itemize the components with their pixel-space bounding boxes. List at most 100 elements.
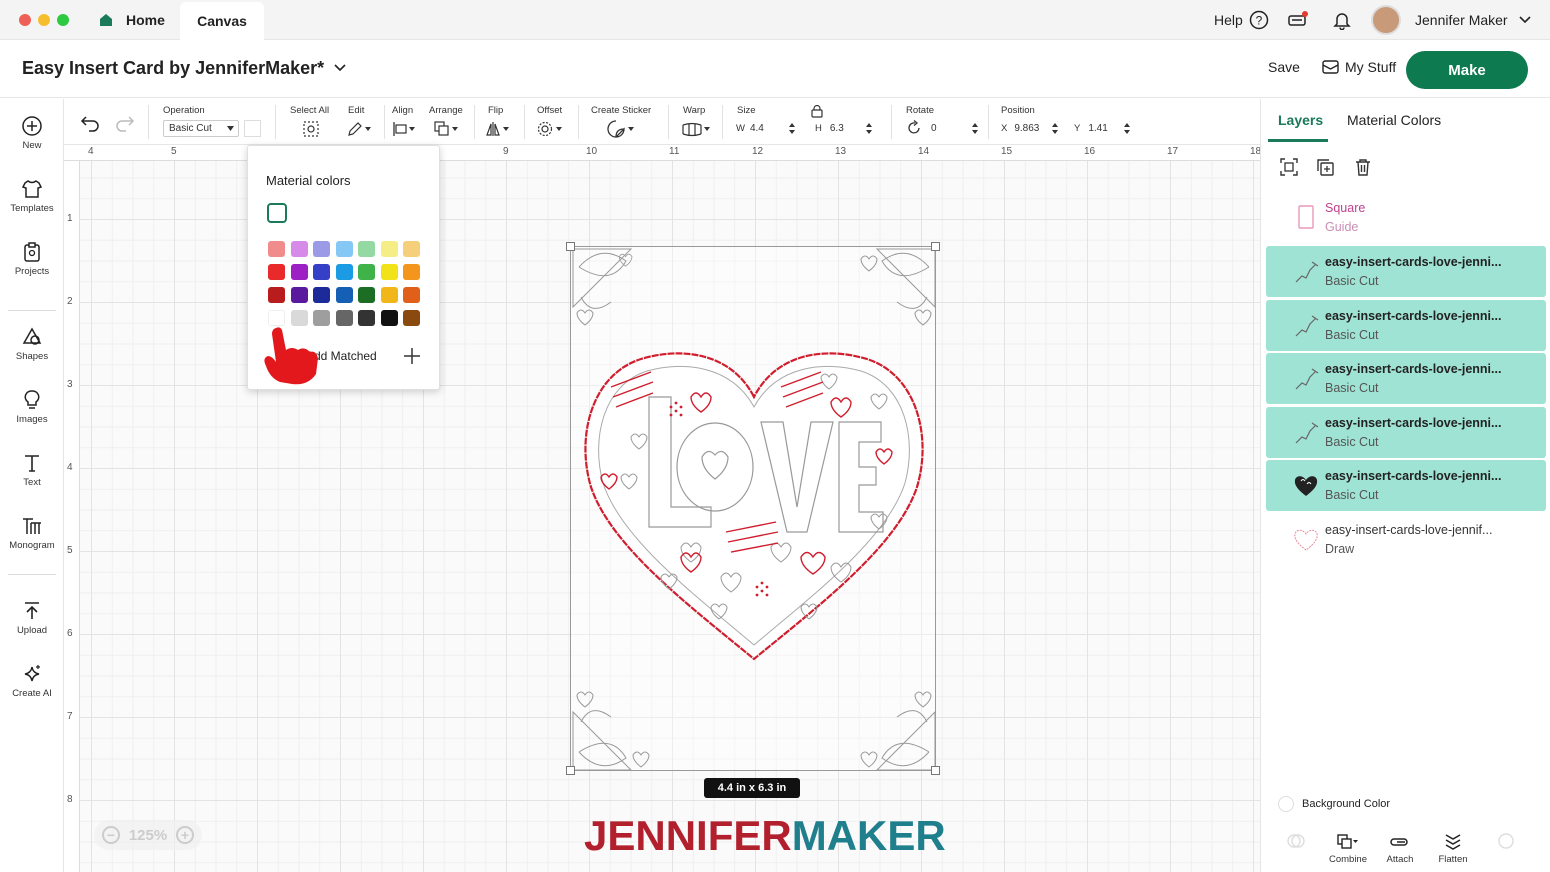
machine-button[interactable] — [1287, 0, 1309, 40]
color-swatch[interactable] — [335, 287, 353, 303]
trash-icon[interactable] — [1353, 157, 1373, 177]
minimize-window-button[interactable] — [38, 14, 50, 26]
select-all-button[interactable]: Select All — [290, 99, 338, 145]
slice-button[interactable] — [1268, 832, 1324, 870]
sidebar-item-upload[interactable]: Upload — [0, 600, 64, 650]
background-color-swatch[interactable] — [1278, 796, 1294, 812]
sidebar-item-new[interactable]: New — [0, 115, 64, 165]
resize-handle-bottom-left[interactable] — [566, 766, 575, 775]
tab-home[interactable]: Home — [86, 0, 176, 40]
color-swatch[interactable] — [335, 264, 353, 280]
layer-row[interactable]: Square Guide — [1266, 192, 1546, 243]
color-swatch[interactable] — [268, 241, 285, 257]
zoom-window-button[interactable] — [57, 14, 69, 26]
sidebar-item-text[interactable]: Text — [0, 452, 64, 502]
edit-button[interactable]: Edit — [346, 99, 382, 145]
color-swatch[interactable] — [290, 264, 308, 280]
duplicate-icon[interactable] — [1315, 157, 1335, 177]
my-stuff-button[interactable]: My Stuff — [1322, 59, 1396, 75]
notifications-button[interactable] — [1332, 0, 1352, 40]
lock-icon[interactable] — [811, 105, 823, 118]
color-swatch[interactable] — [313, 241, 330, 257]
layer-row[interactable]: easy-insert-cards-love-jennif... Draw — [1266, 514, 1546, 565]
sidebar-item-projects[interactable]: Projects — [0, 241, 64, 291]
operation-select[interactable]: Basic Cut — [163, 119, 261, 137]
zoom-in-button[interactable]: + — [176, 826, 194, 844]
project-title[interactable]: Easy Insert Card by JenniferMaker* — [22, 58, 347, 79]
color-swatch[interactable] — [380, 264, 398, 280]
color-swatch[interactable] — [380, 287, 398, 303]
user-menu[interactable]: Jennifer Maker — [1371, 0, 1532, 40]
group-icon[interactable] — [1279, 157, 1299, 177]
x-field[interactable]: X 9.863 — [1001, 119, 1059, 137]
tab-material-colors[interactable]: Material Colors — [1347, 112, 1441, 128]
color-swatch[interactable] — [268, 264, 285, 280]
resize-handle-bottom-right[interactable] — [931, 766, 940, 775]
color-swatch[interactable] — [290, 310, 308, 326]
width-field[interactable]: W 4.4 — [736, 119, 796, 137]
color-swatch[interactable] — [268, 310, 285, 326]
make-button[interactable]: Make — [1406, 51, 1528, 89]
color-swatch[interactable] — [380, 241, 398, 257]
selected-color-swatch[interactable] — [267, 203, 287, 223]
layer-row[interactable]: easy-insert-cards-love-jenni... Basic Cut — [1266, 353, 1546, 404]
color-swatch[interactable] — [313, 287, 330, 303]
color-swatch[interactable] — [290, 287, 308, 303]
layer-row[interactable]: easy-insert-cards-love-jenni... Basic Cut — [1266, 300, 1546, 351]
sidebar-item-shapes[interactable]: Shapes — [0, 326, 64, 376]
stepper-icon[interactable] — [1051, 122, 1059, 135]
height-field[interactable]: H 6.3 — [815, 119, 873, 137]
color-swatch[interactable] — [403, 264, 420, 280]
color-swatch[interactable] — [290, 241, 308, 257]
color-swatch[interactable] — [403, 287, 420, 303]
color-swatch[interactable] — [380, 310, 398, 326]
layer-row[interactable]: easy-insert-cards-love-jenni... Basic Cut — [1266, 460, 1546, 511]
sidebar-item-templates[interactable]: Templates — [0, 178, 64, 228]
flatten-button[interactable]: Flatten — [1425, 832, 1481, 870]
redo-icon[interactable] — [115, 114, 135, 132]
stepper-icon[interactable] — [1123, 122, 1131, 135]
color-swatch[interactable] — [403, 310, 420, 326]
layer-row[interactable]: easy-insert-cards-love-jenni... Basic Cut — [1266, 246, 1546, 297]
undo-icon[interactable] — [80, 114, 100, 132]
color-swatch[interactable] — [335, 241, 353, 257]
arrange-button[interactable]: Arrange — [429, 99, 469, 145]
tab-layers[interactable]: Layers — [1278, 112, 1323, 128]
background-color-control[interactable]: Background Color — [1278, 796, 1390, 812]
stepper-icon[interactable] — [788, 122, 796, 135]
help-button[interactable]: Help ? — [1214, 0, 1269, 40]
warp-button[interactable]: Warp — [682, 99, 716, 145]
color-swatch[interactable] — [358, 310, 375, 326]
stepper-icon[interactable] — [971, 122, 979, 135]
resize-handle-top-right[interactable] — [931, 242, 940, 251]
color-swatch[interactable] — [268, 287, 285, 303]
color-swatch[interactable] — [358, 241, 375, 257]
color-swatch[interactable] — [358, 287, 375, 303]
sidebar-item-create-ai[interactable]: Create AI — [0, 663, 64, 713]
color-swatch[interactable] — [335, 310, 353, 326]
color-swatch[interactable] — [403, 241, 420, 257]
layer-row[interactable]: easy-insert-cards-love-jenni... Basic Cut — [1266, 407, 1546, 458]
sidebar-item-monogram[interactable]: Monogram — [0, 515, 64, 565]
resize-handle-top-left[interactable] — [566, 242, 575, 251]
tab-canvas[interactable]: Canvas — [180, 2, 264, 40]
sidebar-item-images[interactable]: Images — [0, 389, 64, 439]
add-icon[interactable] — [402, 346, 422, 366]
align-button[interactable]: Align — [392, 99, 426, 145]
color-swatch[interactable] — [313, 264, 330, 280]
attach-button[interactable]: Attach — [1372, 832, 1428, 870]
combine-button[interactable]: Combine — [1320, 832, 1376, 870]
y-field[interactable]: Y 1.41 — [1074, 119, 1131, 137]
rotate-field[interactable]: 0 — [906, 119, 979, 137]
save-button[interactable]: Save — [1268, 59, 1300, 75]
card-design[interactable] — [570, 246, 936, 771]
flip-button[interactable]: Flip — [486, 99, 516, 145]
color-swatch[interactable] — [358, 264, 375, 280]
operation-color-swatch[interactable] — [244, 119, 261, 137]
stepper-icon[interactable] — [865, 122, 873, 135]
color-swatch[interactable] — [313, 310, 330, 326]
offset-button[interactable]: Offset — [537, 99, 571, 145]
zoom-out-button[interactable]: − — [102, 826, 120, 844]
contour-button[interactable] — [1478, 832, 1534, 870]
create-sticker-button[interactable]: Create Sticker — [591, 99, 657, 145]
